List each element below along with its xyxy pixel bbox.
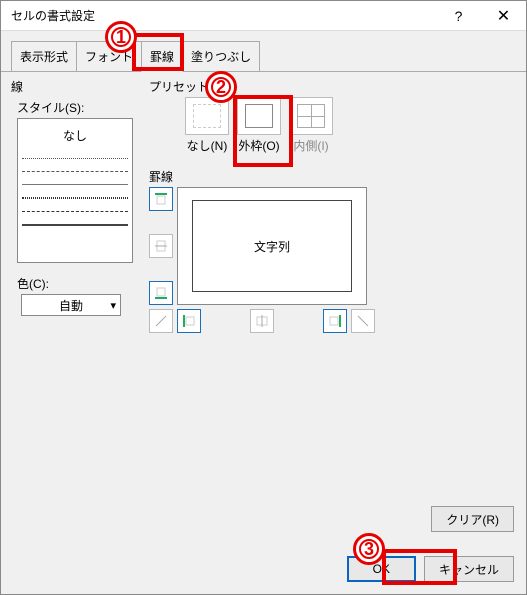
- border-right-button[interactable]: [323, 309, 347, 333]
- style-option-dashed[interactable]: [22, 171, 128, 172]
- preset-inside[interactable]: 内側(I): [287, 97, 335, 154]
- format-cells-dialog: セルの書式設定 ? ✕ 表示形式 フォント 罫線 塗りつぶし 線 スタイル(S)…: [0, 0, 527, 595]
- titlebar: セルの書式設定 ? ✕: [1, 1, 526, 31]
- line-section: 線 スタイル(S): なし 色(C): 自動: [11, 78, 139, 333]
- preset-inside-label: 内側(I): [287, 137, 335, 154]
- border-label: 罫線: [149, 168, 516, 185]
- style-option-thick[interactable]: [22, 224, 128, 226]
- side-buttons-left: [149, 187, 173, 305]
- border-top-button[interactable]: [149, 187, 173, 211]
- color-value: 自動: [26, 297, 116, 314]
- bottom-buttons: [149, 309, 375, 333]
- style-option-dashdot[interactable]: [22, 197, 128, 199]
- annotation-box-2: [233, 95, 293, 167]
- border-diag-down-button[interactable]: [351, 309, 375, 333]
- tab-bar: 表示形式 フォント 罫線 塗りつぶし: [1, 31, 526, 72]
- preview-text: 文字列: [254, 238, 290, 255]
- color-dropdown[interactable]: 自動: [21, 294, 121, 316]
- right-section: プリセット なし(N) 外枠(O) 内側(I) 罫線: [139, 78, 516, 333]
- close-button[interactable]: ✕: [481, 1, 526, 31]
- annotation-circle-2: 2: [205, 71, 237, 103]
- annotation-circle-3: 3: [353, 533, 385, 565]
- dialog-title: セルの書式設定: [11, 7, 436, 24]
- color-label: 色(C):: [17, 275, 139, 292]
- border-left-button[interactable]: [177, 309, 201, 333]
- border-bottom-button[interactable]: [149, 281, 173, 305]
- style-label: スタイル(S):: [17, 99, 139, 116]
- border-middle-v-button[interactable]: [250, 309, 274, 333]
- style-option-none[interactable]: なし: [22, 125, 128, 146]
- style-option-thin[interactable]: [22, 184, 128, 185]
- tab-fill[interactable]: 塗りつぶし: [182, 41, 260, 71]
- style-listbox[interactable]: なし: [17, 118, 133, 263]
- border-middle-h-button[interactable]: [149, 234, 173, 258]
- clear-button[interactable]: クリア(R): [431, 506, 514, 532]
- style-option-dash2[interactable]: [22, 211, 128, 212]
- preset-inside-icon: [289, 97, 333, 135]
- preset-none[interactable]: なし(N): [183, 97, 231, 154]
- style-option-dotted[interactable]: [22, 158, 128, 159]
- annotation-box-3: [382, 549, 457, 585]
- border-group: 罫線 文字列: [149, 168, 516, 333]
- annotation-circle-1: 1: [105, 21, 137, 53]
- border-preview[interactable]: 文字列: [177, 187, 367, 305]
- preset-none-label: なし(N): [183, 137, 231, 154]
- help-button[interactable]: ?: [436, 1, 481, 31]
- annotation-box-1: [132, 33, 184, 71]
- tab-number-format[interactable]: 表示形式: [11, 41, 77, 71]
- line-label: 線: [11, 78, 139, 95]
- color-group: 色(C): 自動: [11, 275, 139, 316]
- preview-inner: 文字列: [192, 200, 352, 292]
- style-group: スタイル(S): なし: [11, 99, 139, 263]
- border-diag-up-button[interactable]: [149, 309, 173, 333]
